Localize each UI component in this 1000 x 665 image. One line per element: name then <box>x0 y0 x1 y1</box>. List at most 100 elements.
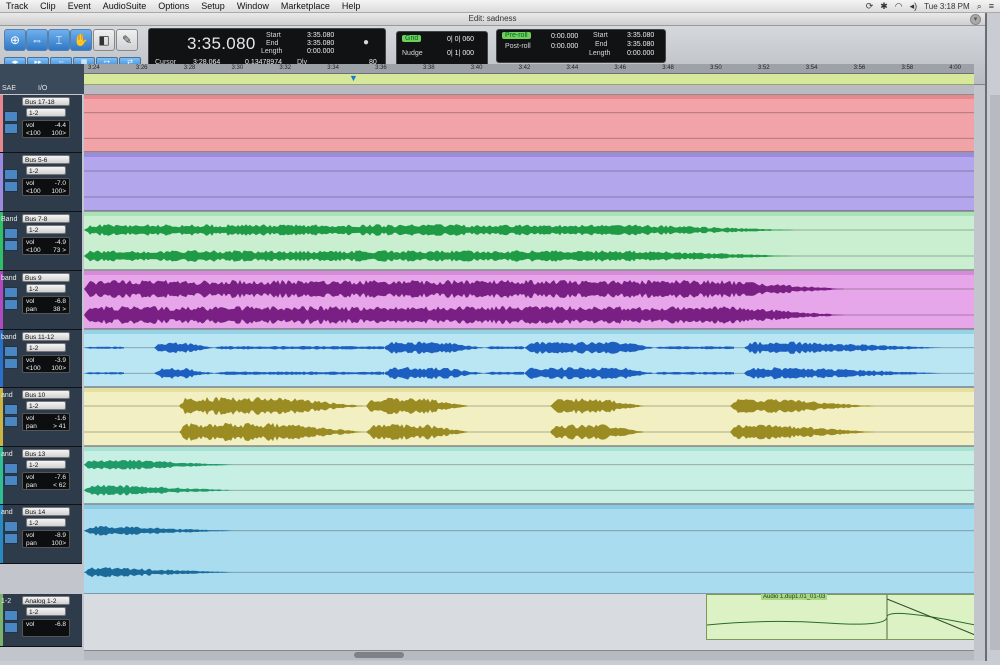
pan-right-value[interactable]: 100> <box>51 365 66 372</box>
track-volume-pan[interactable]: vol -4.9 <100 73 > <box>22 237 70 255</box>
track-name[interactable]: and <box>1 509 13 516</box>
audio-clip[interactable] <box>84 212 974 270</box>
preroll-value[interactable]: 0:00.000 <box>551 33 578 40</box>
menu-window[interactable]: Window <box>231 1 275 11</box>
track-header[interactable]: band Bus 9 1-2 vol -6.8 pan 38 > <box>0 271 82 330</box>
pencil-tool-icon[interactable]: ✎ <box>116 29 138 51</box>
clip-name-bar[interactable] <box>84 388 974 392</box>
bluetooth-icon[interactable]: ✱ <box>880 1 888 12</box>
audio-clip[interactable] <box>84 330 974 387</box>
playhead-marker-icon[interactable]: ▼ <box>349 73 358 83</box>
track-lanes[interactable] <box>84 95 974 595</box>
edit-arrange-area[interactable]: Audio 1.dup1.01_01-03 <box>84 95 974 650</box>
track-lane[interactable] <box>84 388 974 447</box>
track-lane[interactable] <box>84 330 974 388</box>
track-state-icon[interactable] <box>4 228 18 239</box>
horizontal-scrollbar[interactable] <box>84 650 974 660</box>
grid-value[interactable]: 0| 0| 060 <box>447 36 474 43</box>
volume-value[interactable]: -6.8 <box>55 621 66 628</box>
preroll-label[interactable]: Pre-roll <box>502 32 531 39</box>
timecode-ruler[interactable]: 3:24 3:26 3:28 3:30 3:32 3:34 3:36 3:38 3:40 3:42… <box>84 64 974 74</box>
track-state-icon[interactable] <box>4 610 18 621</box>
pan-right-value[interactable]: 73 > <box>53 247 66 254</box>
track-header[interactable]: and Bus 13 1-2 vol -7.6 pan < 62 <box>0 447 82 505</box>
track-state-icon[interactable] <box>4 622 18 633</box>
track-volume-pan[interactable]: vol -7.6 pan < 62 <box>22 472 70 490</box>
track-lane[interactable] <box>84 447 974 505</box>
volume-value[interactable]: -7.6 <box>55 474 66 481</box>
pan-right-value[interactable]: 100> <box>51 188 66 195</box>
track-header[interactable]: Band Bus 7-8 1-2 vol -4.9 <100 73 > <box>0 212 82 271</box>
track-volume-pan[interactable]: vol -7.0 <100 100> <box>22 178 70 196</box>
track-header[interactable]: and Bus 10 1-2 vol -1.6 pan > 41 <box>0 388 82 447</box>
track-state-icon[interactable] <box>4 346 18 357</box>
search-icon[interactable]: ⌕ <box>977 1 982 12</box>
pan-right-value[interactable]: < 62 <box>53 482 66 489</box>
vertical-scrollbar[interactable] <box>990 95 1000 650</box>
track-output-sub[interactable]: 1-2 <box>26 460 66 469</box>
pan-left-value[interactable]: <100 <box>26 365 41 372</box>
menubar-clock[interactable]: Tue 3:18 PM <box>924 2 970 11</box>
track-state-icon[interactable] <box>4 181 18 192</box>
menu-event[interactable]: Event <box>62 1 97 11</box>
track-state-icon[interactable] <box>4 111 18 122</box>
clip-name-bar[interactable] <box>84 95 974 99</box>
pan-left-value[interactable]: pan <box>26 482 37 489</box>
grabber-tool-icon[interactable]: ✋ <box>70 29 92 51</box>
volume-value[interactable]: -8.9 <box>55 532 66 539</box>
track-output-sub[interactable]: 1-2 <box>26 166 66 175</box>
track-volume-pan[interactable]: vol -6.8 <box>22 619 70 637</box>
menu-track[interactable]: Track <box>0 1 34 11</box>
pan-right-value[interactable]: 38 > <box>53 306 66 313</box>
track-output-sub[interactable]: 1-2 <box>26 284 66 293</box>
volume-value[interactable]: -4.4 <box>55 122 66 129</box>
wifi-icon[interactable]: ◠ <box>895 1 903 12</box>
horizontal-scroll-thumb[interactable] <box>354 652 404 658</box>
track-output-selector[interactable]: Bus 14 <box>22 507 70 516</box>
track-volume-pan[interactable]: vol -1.6 pan > 41 <box>22 413 70 431</box>
clip-name-bar[interactable] <box>84 271 974 275</box>
track-header[interactable]: and Bus 14 1-2 vol -8.9 pan 100> <box>0 505 82 564</box>
scrubber-tool-icon[interactable]: ◧ <box>93 29 115 51</box>
record-dot-icon[interactable]: ● <box>363 37 369 48</box>
track-output-sub[interactable]: 1-2 <box>26 343 66 352</box>
counter-start[interactable]: 3:35.080 <box>307 32 334 39</box>
menu-clip[interactable]: Clip <box>34 1 62 11</box>
track-state-icon[interactable] <box>4 240 18 251</box>
track-state-icon[interactable] <box>4 416 18 427</box>
track-lane[interactable] <box>84 153 974 212</box>
nudge-label[interactable]: Nudge <box>402 50 423 57</box>
volume-value[interactable]: -1.6 <box>55 415 66 422</box>
audio-clip-thumbnail[interactable]: Audio 1.dup1.01_01-03 <box>706 594 974 640</box>
track-output-sub[interactable]: 1-2 <box>26 401 66 410</box>
zoom-tool-icon[interactable]: ⊕ <box>4 29 26 51</box>
sync-icon[interactable]: ⟳ <box>866 1 874 12</box>
track-name[interactable]: and <box>1 451 13 458</box>
track-output-selector[interactable]: Bus 9 <box>22 273 70 282</box>
track-state-icon[interactable] <box>4 463 18 474</box>
pan-right-value[interactable]: > 41 <box>53 423 66 430</box>
track-state-icon[interactable] <box>4 404 18 415</box>
window-collapse-icon[interactable]: ▾ <box>970 14 981 25</box>
pan-left-value[interactable]: pan <box>26 306 37 313</box>
audio-clip[interactable] <box>84 153 974 211</box>
volume-value[interactable]: -7.0 <box>55 180 66 187</box>
tempo-ruler[interactable] <box>84 85 974 95</box>
track-lane[interactable] <box>84 212 974 271</box>
track-volume-pan[interactable]: vol -8.9 pan 100> <box>22 530 70 548</box>
transport-end[interactable]: 3:35.080 <box>627 41 654 48</box>
track-volume-pan[interactable]: vol -3.9 <100 100> <box>22 355 70 373</box>
marker-ruler[interactable]: ▼ <box>84 73 974 85</box>
audio-clip[interactable] <box>84 447 974 504</box>
clip-name-bar[interactable] <box>84 447 974 451</box>
menu-marketplace[interactable]: Marketplace <box>275 1 336 11</box>
pan-left-value[interactable]: pan <box>26 423 37 430</box>
volume-value[interactable]: -3.9 <box>55 357 66 364</box>
track-output-selector[interactable]: Bus 10 <box>22 390 70 399</box>
pan-right-value[interactable]: 100> <box>51 540 66 547</box>
track-name[interactable]: band <box>1 275 17 282</box>
counter-length[interactable]: 0:00.000 <box>307 48 334 55</box>
track-output-selector[interactable]: Bus 5-6 <box>22 155 70 164</box>
grid-label[interactable]: Grid <box>402 35 422 42</box>
track-state-icon[interactable] <box>4 533 18 544</box>
